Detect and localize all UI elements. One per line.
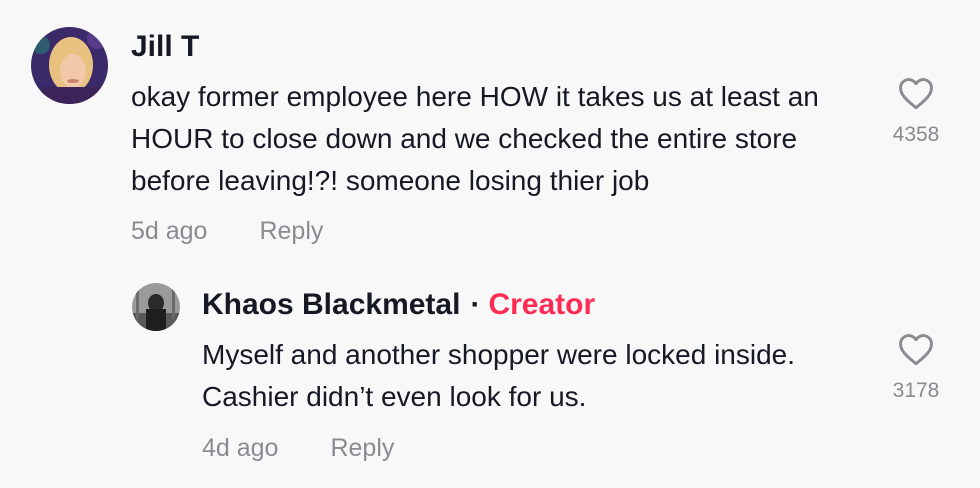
comment-username[interactable]: Khaos Blackmetal (202, 288, 460, 321)
separator-dot: · (470, 288, 481, 321)
avatar[interactable] (31, 27, 108, 104)
comment-text: okay former employee here HOW it takes u… (131, 81, 819, 196)
creator-badge: Creator (488, 288, 596, 321)
like-button[interactable]: 4358 (881, 76, 951, 147)
comment-username-row: Khaos Blackmetal · Creator (202, 288, 595, 322)
reply-button[interactable]: Reply (330, 434, 394, 462)
heart-outline-icon[interactable] (897, 332, 935, 366)
comment-jill-t: Jill T okay former employee here HOW it … (0, 0, 980, 260)
like-button[interactable]: 3178 (881, 332, 951, 403)
comment-meta: 5d ago Reply (131, 217, 323, 246)
comments-panel: { "comments": [ { "username": "Jill T", … (0, 0, 980, 488)
avatar[interactable] (132, 283, 180, 331)
comment-meta: 4d ago Reply (202, 434, 394, 463)
comment-username[interactable]: Jill T (131, 30, 199, 64)
comment-khaos-blackmetal: Khaos Blackmetal · Creator Myself and anot… (0, 260, 980, 488)
heart-outline-icon[interactable] (897, 76, 935, 110)
comment-text: Myself and another shopper were locked i… (202, 339, 796, 412)
comment-timestamp: 5d ago (131, 217, 208, 245)
like-count: 4358 (892, 123, 940, 146)
reply-button[interactable]: Reply (259, 217, 323, 245)
like-count: 3178 (892, 379, 940, 402)
comment-timestamp: 4d ago (202, 434, 279, 462)
